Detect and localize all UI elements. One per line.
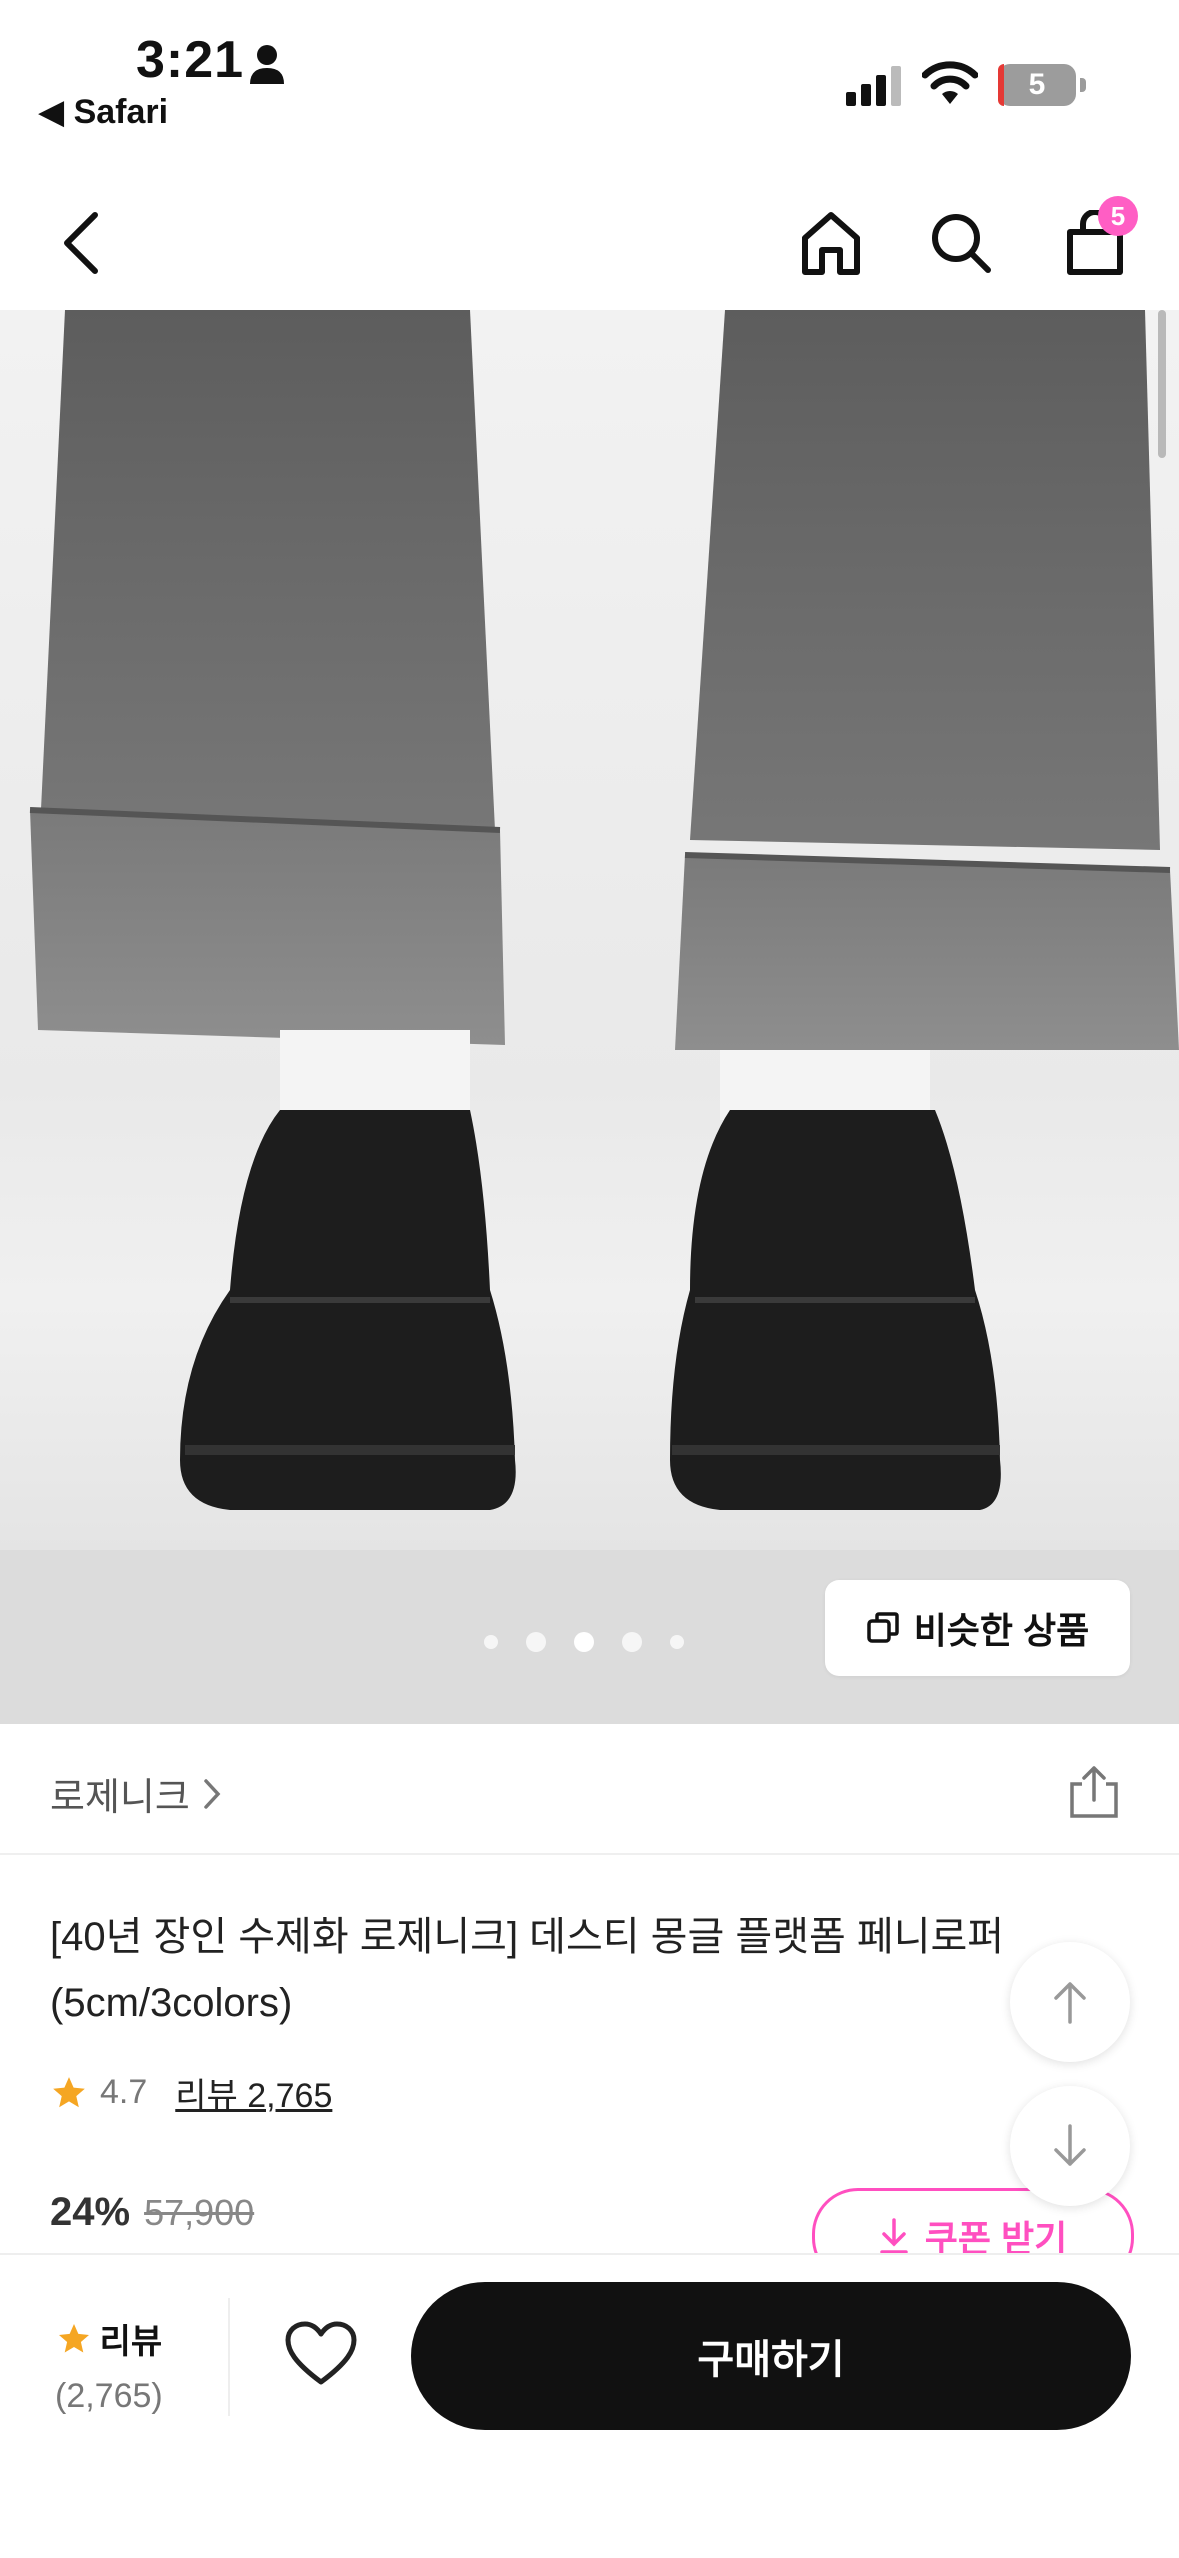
page-scrollbar[interactable]: [1158, 310, 1166, 458]
cart-count-badge: 5: [1098, 196, 1138, 236]
product-title: [40년 장인 수제화 로제니크] 데스티 몽글 플랫폼 페니로퍼 (5cm/3…: [50, 1915, 1005, 2025]
scroll-bottom-button[interactable]: [1010, 2086, 1130, 2206]
bottom-review-count: (2,765): [55, 2377, 163, 2415]
discount-rate: 24%: [50, 2190, 131, 2234]
bottom-review-label: 리뷰: [99, 2323, 163, 2361]
bottom-separator: [228, 2298, 230, 2416]
back-to-safari[interactable]: ◀ Safari: [38, 92, 168, 132]
star-icon: [53, 2076, 85, 2107]
gallery-dot[interactable]: [670, 1635, 684, 1649]
status-time: 3:21: [136, 31, 245, 89]
gallery-dot[interactable]: [484, 1635, 498, 1649]
gallery-dot[interactable]: [622, 1632, 642, 1652]
arrow-down-icon: [1054, 2124, 1086, 2166]
gallery-pagination: [484, 1632, 684, 1652]
home-button[interactable]: [786, 198, 876, 288]
gallery-dot[interactable]: [526, 1632, 546, 1652]
bottom-review-button[interactable]: 리뷰 (2,765): [55, 2314, 163, 2416]
chevron-right-icon: [204, 1778, 221, 1809]
section-divider: [0, 1853, 1179, 1855]
rating-row: 4.7 리뷰 2,765: [50, 2068, 332, 2117]
review-count-link[interactable]: 리뷰 2,765: [175, 2068, 332, 2117]
download-icon: [880, 2218, 908, 2254]
battery-tip: [1080, 78, 1086, 92]
battery-level: 5: [1028, 68, 1046, 101]
rating-value: 4.7: [100, 2073, 148, 2111]
original-price: 57,900: [144, 2192, 255, 2233]
star-icon: [58, 2323, 89, 2352]
product-image[interactable]: [0, 310, 1179, 1724]
wishlist-button[interactable]: [284, 2320, 358, 2391]
similar-products-label: 비슷한 상품: [913, 1610, 1090, 1651]
scroll-top-button[interactable]: [1010, 1942, 1130, 2062]
signal-icon: [846, 66, 901, 106]
product-photo-illustration: [0, 310, 1179, 1724]
brand-link[interactable]: 로제니크: [50, 1766, 222, 1821]
gallery-dot-active[interactable]: [574, 1632, 594, 1652]
buy-button[interactable]: 구매하기: [411, 2282, 1131, 2430]
brand-name: 로제니크: [50, 1777, 190, 1819]
arrow-up-icon: [1054, 1982, 1086, 2024]
search-button[interactable]: [916, 198, 1006, 288]
similar-products-button[interactable]: 비슷한 상품: [825, 1580, 1130, 1676]
wifi-icon: [922, 61, 978, 104]
back-button[interactable]: [36, 198, 126, 288]
battery-icon: 5: [998, 64, 1076, 106]
heart-icon: [285, 2321, 357, 2385]
search-icon: [932, 214, 991, 273]
share-icon: [1070, 1766, 1118, 1818]
share-button[interactable]: [1066, 1764, 1122, 1825]
back-chevron-icon: [64, 212, 98, 274]
price-row: 24% 57,900: [50, 2190, 254, 2235]
home-icon: [802, 212, 860, 275]
copy-icon: [866, 1612, 899, 1643]
person-icon: [250, 45, 284, 84]
